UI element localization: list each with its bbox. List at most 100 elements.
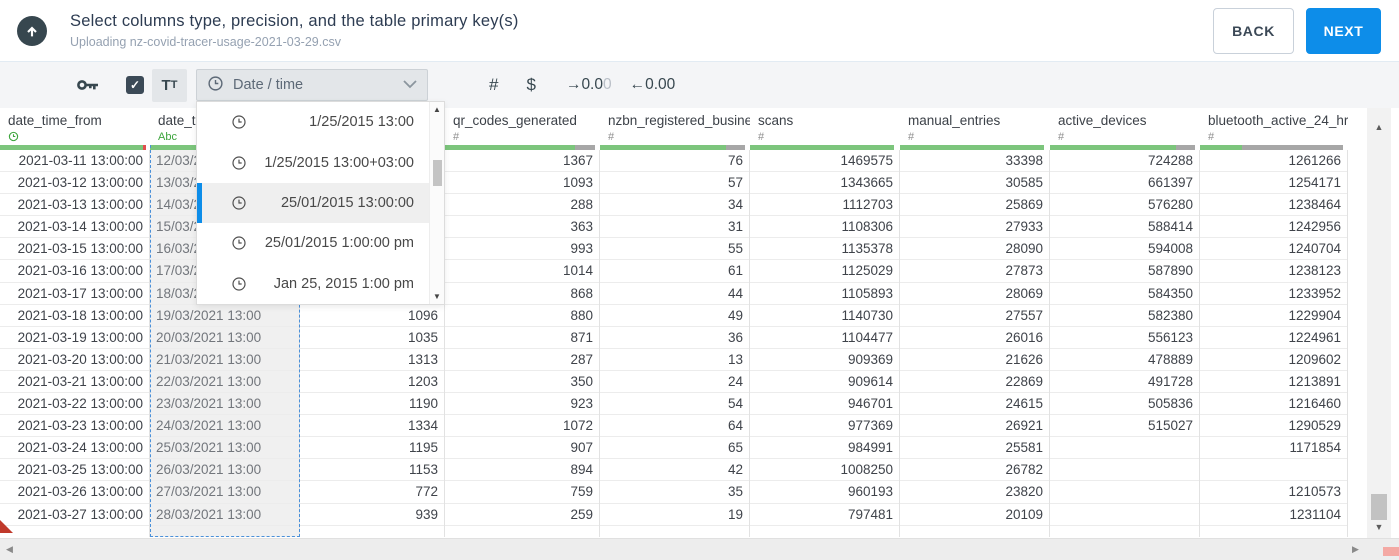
table-cell[interactable]: 287 [445, 349, 599, 371]
table-cell[interactable]: 1343665 [750, 172, 899, 195]
table-cell[interactable]: 1093 [445, 172, 599, 195]
scroll-up-arrow-icon[interactable]: ▲ [430, 105, 444, 114]
table-cell[interactable]: 30585 [900, 172, 1049, 195]
table-cell[interactable]: 1229904 [1200, 305, 1347, 327]
column-header[interactable]: active_devices # [1050, 108, 1200, 145]
table-cell[interactable]: 1367 [445, 150, 599, 173]
vertical-scrollbar-thumb[interactable] [1371, 494, 1387, 520]
table-cell[interactable]: 64 [600, 415, 749, 438]
table-cell[interactable]: 36 [600, 327, 749, 349]
table-cell[interactable]: 24 [600, 371, 749, 394]
table-cell[interactable]: 984991 [750, 437, 899, 460]
table-cell[interactable]: 724288 [1050, 150, 1199, 173]
table-cell[interactable]: 20/03/2021 13:00 [150, 326, 299, 349]
table-cell[interactable]: 2021-03-19 13:00:00 [0, 327, 149, 349]
table-cell[interactable]: 1135378 [750, 238, 899, 261]
table-cell[interactable]: 26016 [900, 327, 1049, 349]
datetime-format-option[interactable]: 25/01/2015 1:00:00 pm [197, 223, 444, 263]
table-cell[interactable]: 1242956 [1200, 216, 1347, 239]
table-cell[interactable]: 2021-03-23 13:00:00 [0, 415, 149, 438]
table-cell[interactable]: 44 [600, 283, 749, 305]
table-cell[interactable]: 1112703 [750, 194, 899, 217]
table-cell[interactable]: 34 [600, 194, 749, 217]
column-header[interactable]: scans # [750, 108, 900, 145]
table-cell[interactable]: 1190 [300, 393, 444, 416]
table-cell[interactable]: 23820 [900, 481, 1049, 504]
table-cell[interactable]: 1210573 [1200, 481, 1347, 504]
table-cell[interactable]: 1140730 [750, 305, 899, 327]
table-cell[interactable]: 363 [445, 216, 599, 239]
table-cell[interactable]: 2021-03-13 13:00:00 [0, 194, 149, 217]
table-cell[interactable]: 25869 [900, 194, 1049, 217]
table-cell[interactable]: 1216460 [1200, 393, 1347, 416]
table-cell[interactable] [1050, 437, 1199, 460]
table-cell[interactable]: 27557 [900, 305, 1049, 327]
table-cell[interactable]: 515027 [1050, 415, 1199, 438]
table-cell[interactable]: 1209602 [1200, 349, 1347, 371]
table-cell[interactable]: 27/03/2021 13:00 [150, 481, 299, 504]
table-cell[interactable]: 1035 [300, 327, 444, 349]
table-cell[interactable]: 1233952 [1200, 283, 1347, 305]
datetime-format-option[interactable]: Jan 25, 2015 1:00 pm [197, 264, 444, 304]
table-cell[interactable]: 76 [600, 150, 749, 173]
table-cell[interactable]: 1105893 [750, 283, 899, 305]
table-cell[interactable]: 19 [600, 504, 749, 526]
table-cell[interactable]: 61 [600, 260, 749, 283]
table-cell[interactable]: 65 [600, 437, 749, 460]
table-cell[interactable] [1050, 459, 1199, 482]
table-cell[interactable]: 20109 [900, 504, 1049, 526]
table-cell[interactable]: 594008 [1050, 238, 1199, 261]
table-cell[interactable]: 587890 [1050, 260, 1199, 283]
table-cell[interactable]: 22869 [900, 371, 1049, 394]
table-cell[interactable] [1050, 504, 1199, 526]
column-header[interactable]: manual_entries # [900, 108, 1050, 145]
table-cell[interactable]: 27933 [900, 216, 1049, 239]
table-cell[interactable]: 993 [445, 238, 599, 261]
table-cell[interactable]: 1008250 [750, 459, 899, 482]
table-cell[interactable]: 946701 [750, 393, 899, 416]
text-type-button[interactable]: TT [152, 68, 187, 102]
table-cell[interactable]: 661397 [1050, 172, 1199, 195]
table-cell[interactable]: 27873 [900, 260, 1049, 283]
table-cell[interactable]: 491728 [1050, 371, 1199, 394]
column-header[interactable]: bluetooth_active_24_hr_ # [1200, 108, 1348, 145]
table-cell[interactable]: 894 [445, 459, 599, 482]
table-cell[interactable]: 1072 [445, 415, 599, 438]
scroll-down-arrow-icon[interactable]: ▼ [1367, 522, 1391, 532]
scroll-down-arrow-icon[interactable]: ▼ [430, 292, 444, 301]
horizontal-scrollbar-thumb[interactable] [1383, 547, 1399, 556]
table-cell[interactable]: 909369 [750, 349, 899, 371]
table-cell[interactable]: 24/03/2021 13:00 [150, 415, 299, 438]
horizontal-scrollbar[interactable]: ◀ ▶ [0, 538, 1399, 560]
column-header[interactable]: date_time_from [0, 108, 150, 145]
table-cell[interactable]: 1203 [300, 371, 444, 394]
table-cell[interactable]: 288 [445, 194, 599, 217]
table-cell[interactable]: 28/03/2021 13:00 [150, 503, 299, 526]
table-cell[interactable]: 2021-03-16 13:00:00 [0, 260, 149, 283]
datetime-format-option[interactable]: 1/25/2015 13:00+03:00 [197, 142, 444, 182]
table-cell[interactable]: 1153 [300, 459, 444, 482]
table-cell[interactable]: 909614 [750, 371, 899, 394]
table-cell[interactable]: 350 [445, 371, 599, 394]
table-cell[interactable]: 26782 [900, 459, 1049, 482]
table-cell[interactable]: 1104477 [750, 327, 899, 349]
table-cell[interactable]: 556123 [1050, 327, 1199, 349]
table-cell[interactable] [1200, 459, 1347, 482]
table-cell[interactable]: 1469575 [750, 150, 899, 173]
table-cell[interactable]: 1254171 [1200, 172, 1347, 195]
table-cell[interactable]: 584350 [1050, 283, 1199, 305]
table-cell[interactable]: 25/03/2021 13:00 [150, 437, 299, 460]
table-cell[interactable]: 28090 [900, 238, 1049, 261]
table-cell[interactable]: 42 [600, 459, 749, 482]
table-cell[interactable]: 759 [445, 481, 599, 504]
table-cell[interactable]: 1313 [300, 349, 444, 371]
table-cell[interactable]: 55 [600, 238, 749, 261]
table-cell[interactable]: 19/03/2021 13:00 [150, 304, 299, 327]
table-cell[interactable]: 960193 [750, 481, 899, 504]
table-cell[interactable]: 868 [445, 283, 599, 305]
table-cell[interactable]: 880 [445, 305, 599, 327]
table-cell[interactable]: 21/03/2021 13:00 [150, 348, 299, 371]
table-cell[interactable]: 1171854 [1200, 437, 1347, 460]
datetime-format-option[interactable]: 1/25/2015 13:00 [197, 102, 444, 142]
table-cell[interactable]: 1261266 [1200, 150, 1347, 173]
